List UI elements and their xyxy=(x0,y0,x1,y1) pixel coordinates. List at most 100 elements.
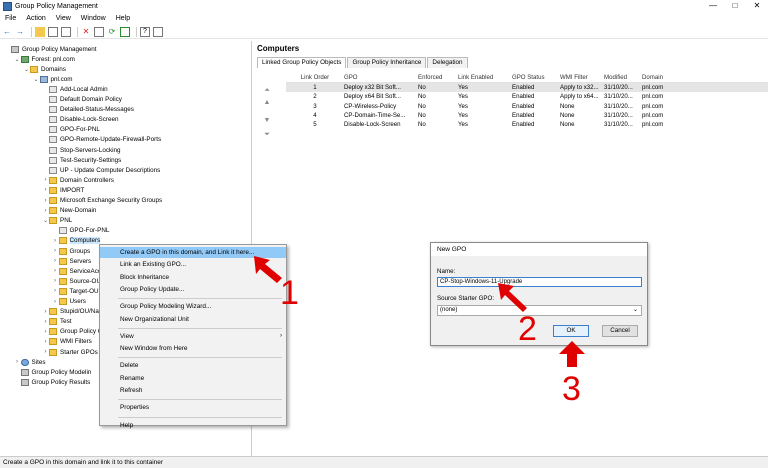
collapsed-chevron-icon[interactable]: › xyxy=(52,299,59,305)
collapsed-chevron-icon[interactable]: › xyxy=(52,238,59,244)
tab-delegation[interactable]: Delegation xyxy=(427,57,468,68)
tab-inheritance[interactable]: Group Policy Inheritance xyxy=(347,57,427,68)
menu-help[interactable]: Help xyxy=(111,15,135,22)
tree-node[interactable]: ⌄ pnl.com xyxy=(33,74,73,84)
table-row[interactable]: 3 CP-Wireless-Policy No Yes Enabled None 31/10… xyxy=(286,102,768,111)
tree-node[interactable]: › Group Policy O xyxy=(42,327,103,337)
collapsed-chevron-icon[interactable]: › xyxy=(42,309,49,315)
collapsed-chevron-icon[interactable]: › xyxy=(42,319,49,325)
context-menu-item[interactable]: Rename xyxy=(100,373,286,384)
column-header[interactable]: Enforced xyxy=(414,74,454,81)
tree-node[interactable]: › Sites xyxy=(14,357,46,367)
tree-node[interactable]: › WMI Filters xyxy=(42,337,92,347)
tree-node[interactable]: Default Domain Policy xyxy=(42,95,122,105)
expanded-chevron-icon[interactable]: ⌄ xyxy=(23,66,30,73)
up-folder-icon[interactable] xyxy=(35,26,45,37)
tab-linked-gpos[interactable]: Linked Group Policy Objects xyxy=(257,57,347,68)
tree-node[interactable]: GPO-Remote-Update-Firewall-Ports xyxy=(42,135,161,145)
context-menu-item[interactable]: Delete xyxy=(100,360,286,371)
cancel-button[interactable]: Cancel xyxy=(602,325,638,337)
column-header[interactable]: Domain xyxy=(638,74,678,81)
tree-node[interactable]: ⌄ Forest: pnl.com xyxy=(14,54,75,64)
tree-node[interactable]: ⌄ Domains xyxy=(23,64,66,74)
collapsed-chevron-icon[interactable]: › xyxy=(42,339,49,345)
tree-node[interactable]: Stop-Servers-Locking xyxy=(42,145,121,155)
expanded-chevron-icon[interactable]: ⌄ xyxy=(42,217,49,224)
collapsed-chevron-icon[interactable]: › xyxy=(42,329,49,335)
collapsed-chevron-icon[interactable]: › xyxy=(52,278,59,284)
collapsed-chevron-icon[interactable]: › xyxy=(52,248,59,254)
collapsed-chevron-icon[interactable]: › xyxy=(42,349,49,355)
table-row[interactable]: 1 Deploy x32 Bit Soft... No Yes Enabled Apply… xyxy=(286,83,768,93)
context-menu-item[interactable]: New Window from Here xyxy=(100,343,286,354)
collapsed-chevron-icon[interactable]: › xyxy=(52,288,59,294)
move-top-icon[interactable]: ⏶ xyxy=(262,87,272,95)
tree-node[interactable]: › IMPORT xyxy=(42,185,84,195)
collapsed-chevron-icon[interactable]: › xyxy=(14,359,21,365)
collapsed-chevron-icon[interactable]: › xyxy=(42,208,49,214)
tree-node[interactable]: › Domain Controllers xyxy=(42,175,114,185)
context-menu-item[interactable]: New Organizational Unit xyxy=(100,314,286,325)
move-down-icon[interactable]: ▼ xyxy=(262,117,272,125)
help-icon[interactable]: ? xyxy=(140,26,150,37)
tree-node[interactable]: Test-Security-Settings xyxy=(42,155,121,165)
tree-node[interactable]: Disable-Lock-Screen xyxy=(42,115,118,125)
tree-node[interactable]: › Target-OU xyxy=(52,286,99,296)
column-header[interactable]: GPO Status xyxy=(508,74,556,81)
export-icon[interactable] xyxy=(120,26,130,37)
show-hide-tree-icon[interactable] xyxy=(48,26,58,37)
properties-icon[interactable] xyxy=(94,26,104,37)
table-row[interactable]: 2 Deploy x64 Bit Soft... No Yes Enabled Apply… xyxy=(286,92,768,101)
tree-node[interactable]: › New-Domain xyxy=(42,206,96,216)
tree-node[interactable]: › Users xyxy=(52,297,86,307)
column-header[interactable]: GPO xyxy=(340,74,414,81)
tree-node[interactable]: Detailed-Status-Messages xyxy=(42,105,134,115)
menu-view[interactable]: View xyxy=(51,15,76,22)
close-button[interactable]: ✕ xyxy=(746,0,768,13)
tree-node[interactable]: › Source-OU xyxy=(52,276,101,286)
collapsed-chevron-icon[interactable]: › xyxy=(42,177,49,183)
context-menu-item[interactable]: Group Policy Modeling Wizard... xyxy=(100,301,286,312)
context-menu-item[interactable]: Group Policy Update... xyxy=(100,284,286,295)
ok-button[interactable]: OK xyxy=(553,325,589,337)
column-header[interactable]: WMI Filter xyxy=(556,74,600,81)
minimize-button[interactable]: — xyxy=(702,0,724,13)
copy-icon[interactable] xyxy=(61,26,71,37)
tree-node[interactable]: GPO-For-PNL xyxy=(42,125,100,135)
collapsed-chevron-icon[interactable]: › xyxy=(52,268,59,274)
context-menu-item[interactable]: Properties xyxy=(100,402,286,413)
column-header[interactable]: Modified xyxy=(600,74,638,81)
context-menu-item[interactable]: View › xyxy=(100,331,286,342)
tree-node[interactable]: › Groups xyxy=(52,246,90,256)
collapsed-chevron-icon[interactable]: › xyxy=(42,198,49,204)
expanded-chevron-icon[interactable]: ⌄ xyxy=(14,56,21,63)
tree-node[interactable]: Add-Local Admin xyxy=(42,84,108,94)
refresh-icon[interactable]: ⟳ xyxy=(107,27,117,37)
tree-node[interactable]: › Starter GPOs xyxy=(42,347,98,357)
move-up-icon[interactable]: ▲ xyxy=(262,99,272,107)
tree-node[interactable]: › Computers xyxy=(52,236,101,246)
context-menu-item[interactable]: Refresh xyxy=(100,385,286,396)
table-row[interactable]: 5 Disable-Lock-Screen No Yes Enabled None 31/1… xyxy=(286,120,768,129)
tree-node[interactable]: Group Policy Results xyxy=(14,377,90,387)
tree-node[interactable]: › Microsoft Exchange Security Groups xyxy=(42,196,162,206)
column-header[interactable]: Link Enabled xyxy=(454,74,508,81)
menu-action[interactable]: Action xyxy=(21,15,50,22)
starter-gpo-select[interactable]: (none) ⌄ xyxy=(437,305,642,316)
delete-icon[interactable]: ✕ xyxy=(81,27,91,37)
tree-node[interactable]: Group Policy Management xyxy=(4,44,97,54)
table-row[interactable]: 4 CP-Domain-Time-Se... No Yes Enabled None 31/… xyxy=(286,111,768,120)
tree-node[interactable]: ⌄ PNL xyxy=(42,216,72,226)
tree-node[interactable]: › Servers xyxy=(52,256,91,266)
context-menu-item[interactable]: Help xyxy=(100,420,286,431)
expanded-chevron-icon[interactable]: ⌄ xyxy=(33,76,40,83)
tree-node[interactable]: GPO-For-PNL xyxy=(52,226,109,236)
maximize-button[interactable]: □ xyxy=(724,0,746,13)
tree-node[interactable]: UP - Update Computer Descriptions xyxy=(42,165,160,175)
move-bottom-icon[interactable]: ⏷ xyxy=(262,131,272,139)
report-icon[interactable] xyxy=(153,26,163,37)
gpo-name-input[interactable]: CP-Stop-Windows-11-Upgrade xyxy=(437,277,642,287)
collapsed-chevron-icon[interactable]: › xyxy=(52,258,59,264)
menu-file[interactable]: File xyxy=(0,15,21,22)
column-header[interactable]: Link Order xyxy=(286,74,340,81)
